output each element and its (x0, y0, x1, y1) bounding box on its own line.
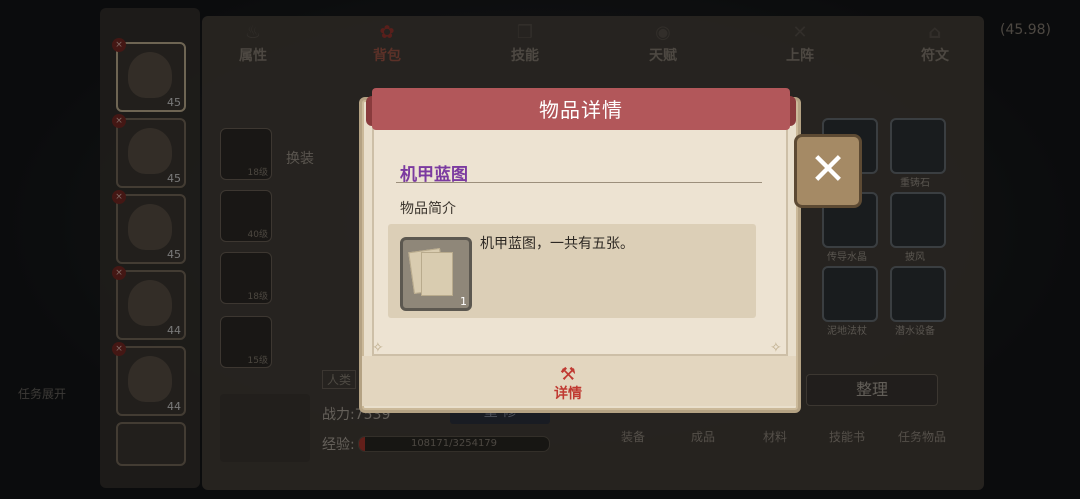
dialog-title: 物品详情 (539, 98, 623, 122)
blueprint-sheet (421, 252, 453, 296)
corner-ornament: ✧ (770, 340, 782, 356)
close-icon[interactable]: ✕ (794, 134, 862, 208)
item-description: 机甲蓝图，一共有五张。 (480, 236, 634, 252)
item-count: 1 (460, 295, 467, 308)
item-icon-frame: 1 (400, 237, 472, 311)
corner-ornament: ✧ (372, 340, 384, 356)
item-intro-label: 物品简介 (400, 201, 456, 217)
detail-button[interactable]: ⚒ 详情 (548, 364, 588, 402)
hammer-icon: ⚒ (559, 364, 577, 385)
divider (396, 182, 762, 183)
detail-button-label: 详情 (554, 386, 582, 402)
